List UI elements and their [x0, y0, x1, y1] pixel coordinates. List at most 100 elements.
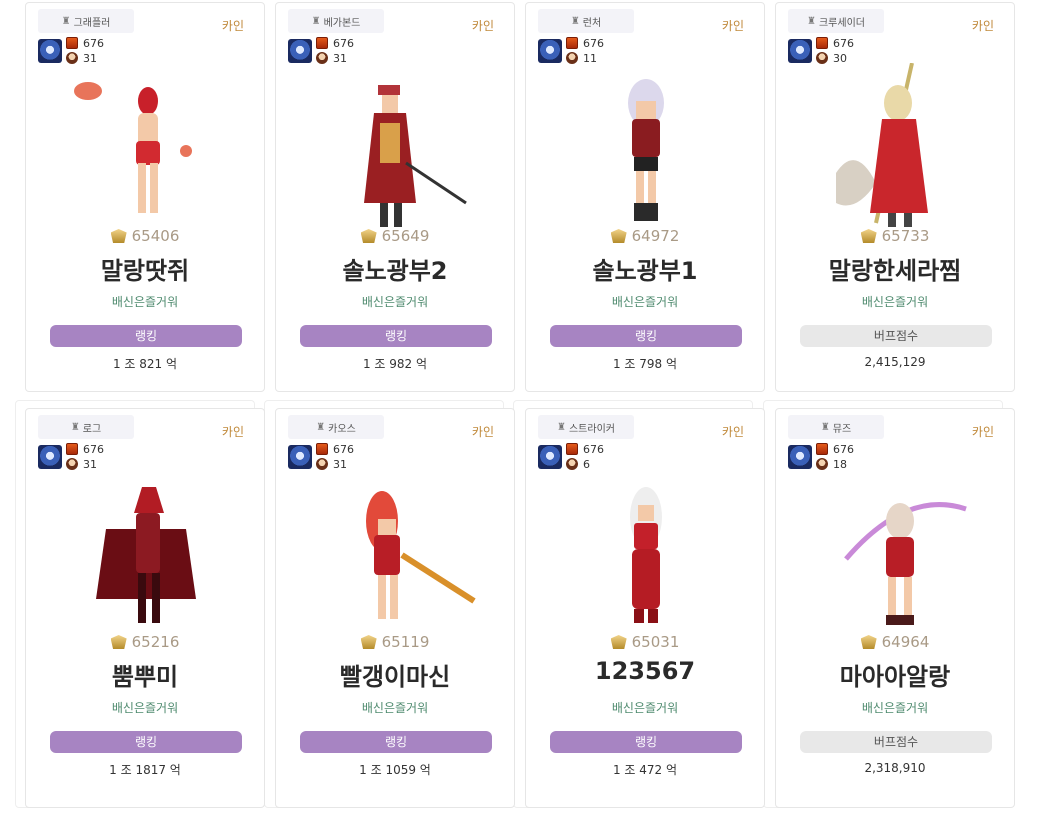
character-card[interactable]: ♜ 런처 카인 676 11 64972 솔노광부1 배신은즐거워 랭킹 1 조 …	[525, 2, 765, 392]
server-label: 카인	[471, 19, 494, 33]
job-label: 런처	[582, 17, 602, 29]
score-value: 65406	[131, 227, 180, 245]
character-portrait	[66, 63, 226, 231]
damage-value: 1 조 982 억	[362, 357, 428, 371]
character-portrait	[816, 469, 976, 637]
buff-score-button[interactable]: 버프점수	[800, 731, 992, 753]
job-label: 스트라이커	[568, 423, 615, 435]
adventure-crest-icon	[610, 229, 627, 243]
character-portrait	[816, 62, 976, 231]
character-card[interactable]: ♜ 뮤즈 카인 676 18 64964 마아아알랑 배신은즐거워 버프점수 2,…	[775, 408, 1015, 808]
character-name[interactable]: 마아아알랑	[776, 657, 1014, 692]
job-label: 카오스	[328, 423, 356, 435]
adventure-crest-icon	[610, 635, 627, 649]
ranking-button[interactable]: 랭킹	[300, 731, 492, 753]
score-value: 65649	[381, 227, 430, 245]
character-icon: ♜	[316, 421, 326, 433]
character-portrait	[566, 63, 726, 231]
character-icon: ♜	[820, 421, 830, 433]
score: 64964	[776, 633, 1014, 651]
job-tag: ♜ 베가본드	[288, 9, 384, 33]
avatar	[538, 39, 562, 63]
character-name[interactable]: 솔노광부2	[276, 251, 514, 286]
ranking-button[interactable]: 랭킹	[50, 731, 242, 753]
damage-value: 1 조 798 억	[612, 357, 678, 371]
guild-name: 배신은즐거워	[111, 701, 179, 715]
score: 65406	[26, 227, 264, 245]
avatar	[288, 39, 312, 63]
character-name[interactable]: 말랑땃쥐	[26, 251, 264, 286]
score: 65031	[526, 633, 764, 651]
character-card[interactable]: ♜ 로그 카인 676 31 65216 뿜뿌미 배신은즐거워 랭킹 1 조 18…	[25, 408, 265, 808]
fame-value: 676	[833, 442, 854, 456]
character-card[interactable]: ♜ 카오스 카인 676 31 65119 빨갱이마신 배신은즐거워 랭킹 1 조…	[275, 408, 515, 808]
avatar	[38, 445, 62, 469]
score-value: 64964	[881, 633, 930, 651]
character-name[interactable]: 123567	[526, 657, 764, 685]
ranking-button[interactable]: 랭킹	[50, 325, 242, 347]
buff-score-button[interactable]: 버프점수	[800, 325, 992, 347]
character-icon: ♜	[807, 15, 816, 27]
job-label: 베가본드	[323, 17, 361, 29]
guild-name: 배신은즐거워	[611, 295, 679, 309]
score-value: 65119	[381, 633, 430, 651]
job-tag: ♜ 그래플러	[38, 9, 134, 33]
character-portrait	[316, 63, 476, 231]
character-card[interactable]: ♜ 그래플러 카인 676 31 65406 말랑땃쥐 배신은즐거워 랭킹 1 조…	[25, 2, 265, 392]
character-name[interactable]: 뿜뿌미	[26, 657, 264, 692]
character-card[interactable]: ♜ 크루세이더 카인 676 30 65733 말랑한세라찜 배신은즐거워 버프점…	[775, 2, 1015, 392]
fame-value: 676	[333, 36, 354, 50]
ranking-button[interactable]: 랭킹	[550, 325, 742, 347]
character-portrait	[566, 469, 726, 637]
character-card[interactable]: ♜ 베가본드 카인 676 31 65649 솔노광부2 배신은즐거워 랭킹 1 …	[275, 2, 515, 392]
fame-value: 676	[583, 36, 604, 50]
adventure-crest-icon	[110, 229, 127, 243]
buff-value: 2,318,910	[864, 761, 926, 775]
server-label: 카인	[221, 19, 244, 33]
damage-value: 1 조 472 억	[612, 763, 678, 777]
fame-icon	[566, 37, 578, 49]
avatar	[38, 39, 62, 63]
ranking-button[interactable]: 랭킹	[550, 731, 742, 753]
fame-icon	[66, 37, 78, 49]
score: 65733	[776, 227, 1014, 245]
score-value: 65031	[631, 633, 680, 651]
score-value: 65733	[881, 227, 930, 245]
avatar	[288, 445, 312, 469]
avatar	[788, 445, 812, 469]
server-label: 카인	[721, 19, 744, 33]
guild-name: 배신은즐거워	[861, 701, 929, 715]
damage-value: 1 조 821 억	[112, 357, 178, 371]
fame-value: 676	[583, 442, 604, 456]
job-label: 크루세이더	[818, 17, 865, 29]
adventure-crest-icon	[860, 229, 877, 243]
score: 64972	[526, 227, 764, 245]
character-icon: ♜	[570, 15, 580, 27]
fame-icon	[66, 443, 78, 455]
damage-value: 1 조 1059 억	[359, 763, 431, 777]
adventure-crest-icon	[360, 229, 377, 243]
buff-value: 2,415,129	[864, 355, 926, 369]
fame-icon	[566, 443, 578, 455]
server-label: 카인	[221, 425, 244, 439]
damage-value: 1 조 1817 억	[109, 763, 181, 777]
character-portrait	[316, 469, 476, 637]
score: 65216	[26, 633, 264, 651]
score-value: 65216	[131, 633, 180, 651]
character-name[interactable]: 솔노광부1	[526, 251, 764, 286]
fame-value: 676	[333, 442, 354, 456]
character-name[interactable]: 빨갱이마신	[276, 657, 514, 692]
fame-icon	[816, 443, 828, 455]
character-name[interactable]: 말랑한세라찜	[776, 251, 1014, 286]
job-tag: ♜ 뮤즈	[788, 415, 884, 439]
server-label: 카인	[971, 425, 994, 439]
job-tag: ♜ 로그	[38, 415, 134, 439]
character-card[interactable]: ♜ 스트라이커 카인 676 6 65031 123567 배신은즐거워 랭킹 1…	[525, 408, 765, 808]
job-tag: ♜ 카오스	[288, 415, 384, 439]
guild-name: 배신은즐거워	[861, 295, 929, 309]
server-label: 카인	[721, 425, 744, 439]
ranking-button[interactable]: 랭킹	[300, 325, 492, 347]
guild-name: 배신은즐거워	[111, 295, 179, 309]
score-value: 64972	[631, 227, 680, 245]
guild-name: 배신은즐거워	[361, 701, 429, 715]
